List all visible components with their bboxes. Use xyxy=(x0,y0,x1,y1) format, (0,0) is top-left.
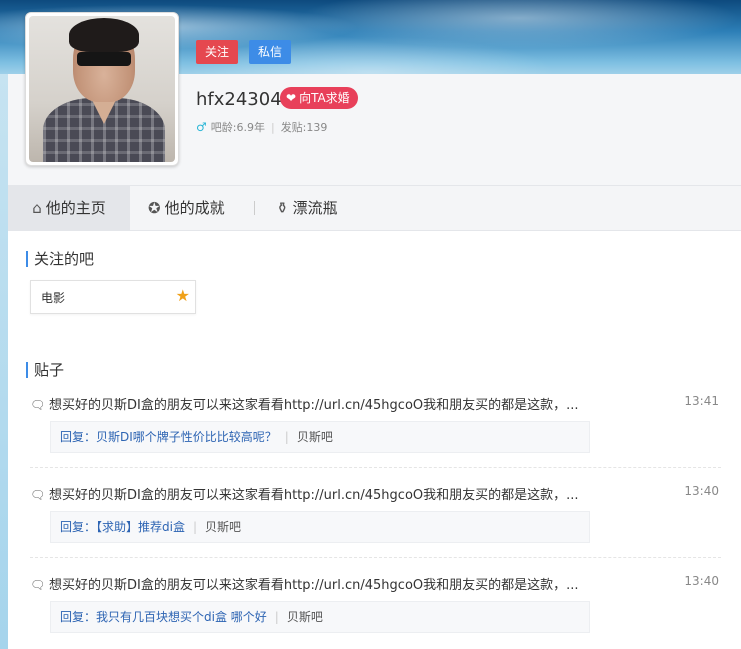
posts-title: 贴子 xyxy=(26,362,64,378)
username: hfx24304 xyxy=(196,89,282,110)
tab-achievements[interactable]: ✪ 他的成就 xyxy=(148,186,225,230)
stats-divider: | xyxy=(270,121,275,134)
post-reply: 回复：我只有几百块想买个di盒 哪个好 | 贝斯吧 xyxy=(50,601,590,633)
followed-bar-item[interactable]: 电影 ★ xyxy=(30,280,196,314)
reply-divider: | xyxy=(192,520,197,534)
tab-drift-bottle[interactable]: ⚱ 漂流瓶 xyxy=(276,186,338,230)
propose-button[interactable]: ❤ 向TA求婚 xyxy=(280,87,358,109)
page-background xyxy=(0,74,8,649)
reply-link[interactable]: 回复：我只有几百块想买个di盒 哪个好 xyxy=(60,610,267,624)
post-reply: 回复：【求助】推荐di盒 | 贝斯吧 xyxy=(50,511,590,543)
bottle-icon: ⚱ xyxy=(276,199,289,217)
post-count: 发贴:139 xyxy=(280,121,328,134)
medal-icon: ✪ xyxy=(148,199,161,217)
user-stats: ♂ 吧龄:6.9年 | 发贴:139 xyxy=(196,119,327,135)
post-reply: 回复：贝斯DI哪个牌子性价比比较高呢？ | 贝斯吧 xyxy=(50,421,590,453)
post-time: 13:41 xyxy=(684,394,719,408)
followed-bars-title: 关注的吧 xyxy=(26,251,94,267)
tab-home[interactable]: ⌂ 他的主页 xyxy=(8,186,130,230)
reply-link[interactable]: 回复：【求助】推荐di盒 xyxy=(60,520,185,534)
comment-icon: 🗨 xyxy=(30,398,46,412)
post-title[interactable]: 想买好的贝斯DI盒的朋友可以来这家看看http://url.cn/45hgcoO… xyxy=(49,484,629,503)
post-divider xyxy=(30,557,721,558)
avatar-image xyxy=(29,16,175,162)
star-icon: ★ xyxy=(175,286,190,305)
forum-link[interactable]: 贝斯吧 xyxy=(287,610,323,624)
comment-icon: 🗨 xyxy=(30,488,46,502)
profile-tabs: ⌂ 他的主页 ✪ 他的成就 ⚱ 漂流瓶 xyxy=(8,185,741,231)
forum-link[interactable]: 贝斯吧 xyxy=(297,430,333,444)
post-divider xyxy=(30,467,721,468)
propose-label: 向TA求婚 xyxy=(299,91,350,105)
avatar[interactable] xyxy=(25,12,179,166)
tab-home-label: 他的主页 xyxy=(45,199,106,217)
tab-drift-bottle-label: 漂流瓶 xyxy=(292,199,338,217)
post-title[interactable]: 想买好的贝斯DI盒的朋友可以来这家看看http://url.cn/45hgcoO… xyxy=(49,574,629,593)
forum-link[interactable]: 贝斯吧 xyxy=(205,520,241,534)
followed-bar-name: 电影 xyxy=(41,291,66,305)
tab-achievements-label: 他的成就 xyxy=(164,199,225,217)
heart-icon: ❤ xyxy=(286,91,297,105)
follow-button[interactable]: 关注 xyxy=(196,40,238,64)
home-icon: ⌂ xyxy=(32,199,42,217)
reply-divider: | xyxy=(284,430,289,444)
post-time: 13:40 xyxy=(684,574,719,588)
male-icon: ♂ xyxy=(196,120,207,134)
bar-age: 吧龄:6.9年 xyxy=(210,121,265,134)
reply-divider: | xyxy=(274,610,279,624)
post-time: 13:40 xyxy=(684,484,719,498)
comment-icon: 🗨 xyxy=(30,578,46,592)
tab-divider xyxy=(254,201,255,215)
post-title[interactable]: 想买好的贝斯DI盒的朋友可以来这家看看http://url.cn/45hgcoO… xyxy=(49,394,629,413)
reply-link[interactable]: 回复：贝斯DI哪个牌子性价比比较高呢？ xyxy=(60,430,277,444)
private-message-button[interactable]: 私信 xyxy=(249,40,291,64)
